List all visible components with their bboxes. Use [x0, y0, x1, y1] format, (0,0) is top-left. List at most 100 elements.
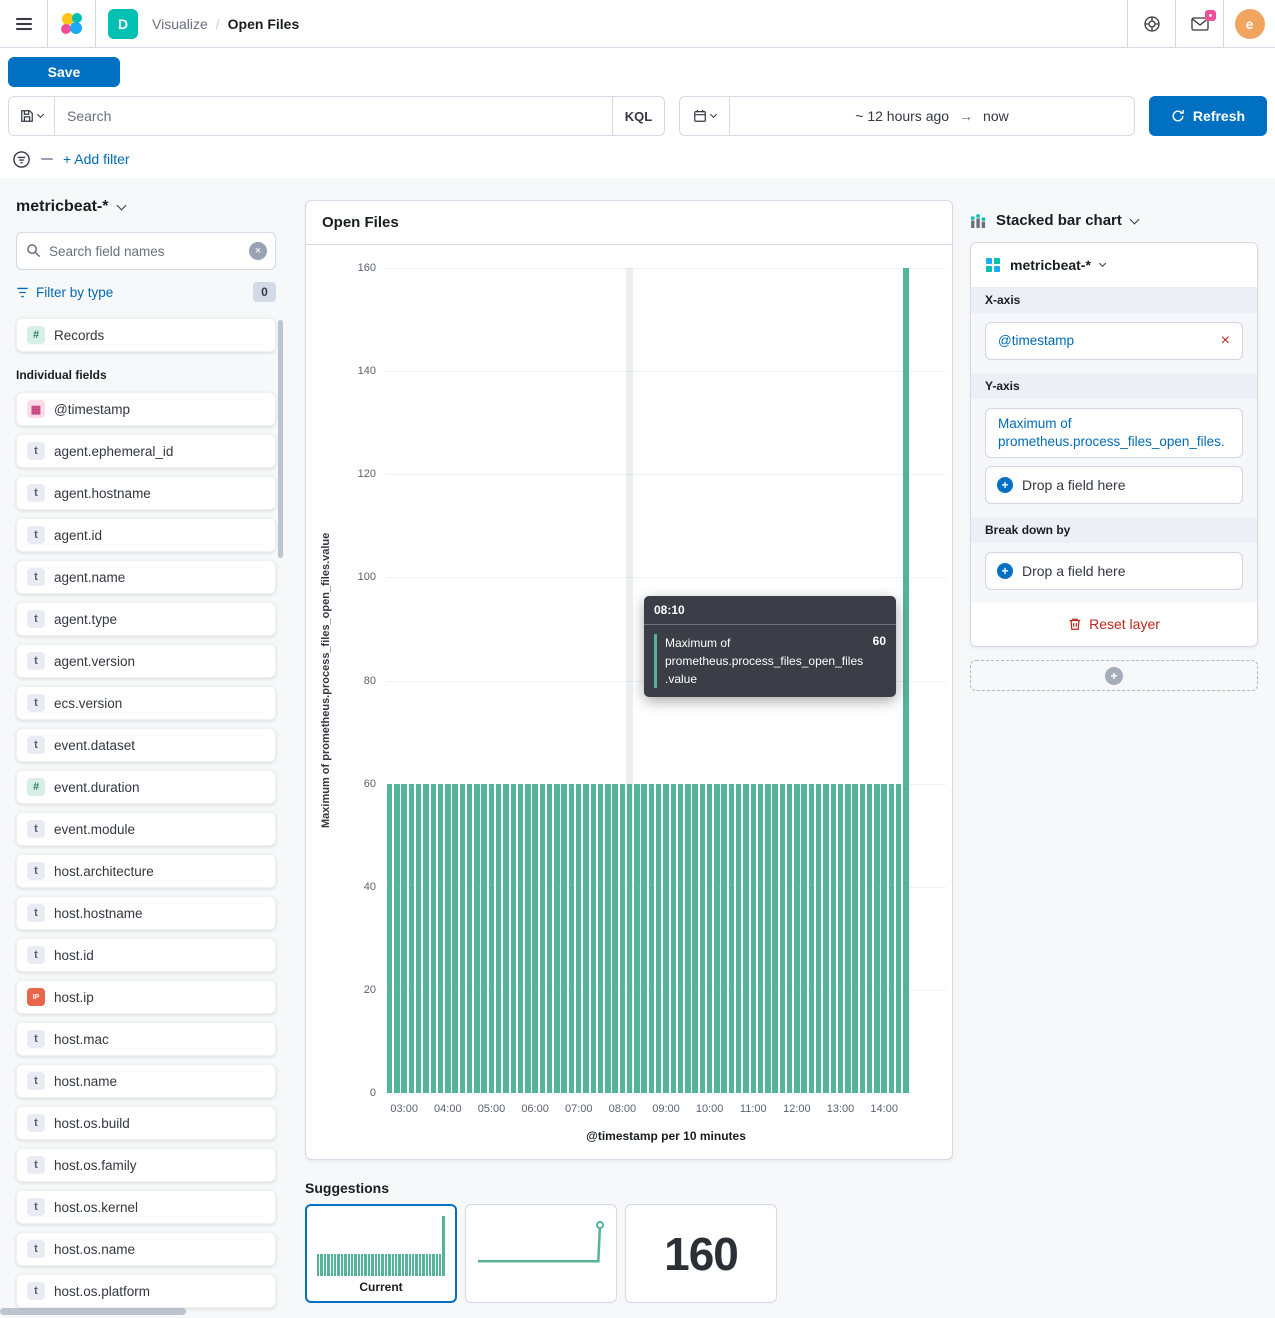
bar[interactable] — [467, 784, 473, 1093]
bar[interactable] — [860, 784, 866, 1093]
bar[interactable] — [452, 784, 458, 1093]
bar[interactable] — [460, 784, 466, 1093]
save-button[interactable]: Save — [8, 57, 120, 87]
bar[interactable] — [700, 784, 706, 1093]
chart-type-switcher[interactable]: Stacked bar chart — [970, 212, 1258, 229]
field-item[interactable]: thost.name — [16, 1064, 276, 1098]
bar[interactable] — [431, 784, 437, 1093]
breadcrumb-visualize[interactable]: Visualize — [152, 16, 208, 32]
field-item[interactable]: thost.hostname — [16, 896, 276, 930]
bar[interactable] — [583, 784, 589, 1093]
bar[interactable] — [569, 784, 575, 1093]
user-menu-button[interactable]: e — [1223, 0, 1275, 47]
bar[interactable] — [663, 784, 669, 1093]
bar[interactable] — [787, 784, 793, 1093]
field-item[interactable]: IPhost.ip — [16, 980, 276, 1014]
suggestion-metric[interactable]: 160 — [625, 1204, 777, 1303]
field-item[interactable]: ▦@timestamp — [16, 392, 276, 426]
field-item[interactable]: tagent.id — [16, 518, 276, 552]
bar[interactable] — [671, 784, 677, 1093]
bar[interactable] — [489, 784, 495, 1093]
bar[interactable] — [561, 784, 567, 1093]
field-item[interactable]: thost.os.build — [16, 1106, 276, 1140]
field-item[interactable]: thost.os.family — [16, 1148, 276, 1182]
bar[interactable] — [685, 784, 691, 1093]
date-quick-menu-button[interactable] — [680, 97, 730, 135]
bar[interactable] — [881, 784, 887, 1093]
bar[interactable] — [801, 784, 807, 1093]
breakdown-drop-target[interactable]: + Drop a field here — [985, 552, 1243, 590]
bar[interactable] — [591, 784, 597, 1093]
bar[interactable] — [387, 784, 393, 1093]
field-item[interactable]: tagent.version — [16, 644, 276, 678]
x-axis-dimension[interactable]: @timestamp × — [985, 322, 1243, 360]
bar[interactable] — [409, 784, 415, 1093]
bar[interactable] — [518, 784, 524, 1093]
bar[interactable] — [816, 784, 822, 1093]
bar[interactable] — [576, 784, 582, 1093]
bar[interactable] — [605, 784, 611, 1093]
elastic-logo[interactable] — [48, 0, 96, 47]
bar[interactable] — [838, 784, 844, 1093]
bar[interactable] — [765, 784, 771, 1093]
layer-index-pattern-switcher[interactable]: metricbeat-* — [971, 243, 1257, 287]
field-item[interactable]: thost.os.name — [16, 1232, 276, 1266]
bar[interactable] — [794, 784, 800, 1093]
clear-search-icon[interactable]: × — [249, 242, 267, 260]
bar[interactable] — [547, 784, 553, 1093]
field-item[interactable]: tevent.dataset — [16, 728, 276, 762]
bar[interactable] — [438, 784, 444, 1093]
bar[interactable] — [896, 784, 902, 1093]
field-item[interactable]: tagent.hostname — [16, 476, 276, 510]
bar[interactable] — [852, 784, 858, 1093]
suggestion-current[interactable]: Current — [305, 1204, 457, 1303]
y-axis-drop-target[interactable]: + Drop a field here — [985, 466, 1243, 504]
bar[interactable] — [496, 784, 502, 1093]
bar[interactable] — [751, 784, 757, 1093]
newsfeed-button[interactable] — [1175, 0, 1223, 47]
reset-layer-button[interactable]: Reset layer — [971, 603, 1257, 646]
refresh-button[interactable]: Refresh — [1149, 96, 1267, 136]
horizontal-scrollbar[interactable] — [0, 1308, 186, 1315]
filter-menu-button[interactable] — [12, 150, 31, 169]
filter-by-type-button[interactable]: Filter by type — [36, 285, 113, 300]
bar[interactable] — [627, 784, 633, 1093]
bar[interactable] — [721, 784, 727, 1093]
suggestion-line-chart[interactable] — [465, 1204, 617, 1303]
field-item[interactable]: tevent.module — [16, 812, 276, 846]
bar[interactable] — [831, 784, 837, 1093]
bar[interactable] — [525, 784, 531, 1093]
add-filter-button[interactable]: + Add filter — [63, 151, 130, 167]
field-search-input[interactable] — [16, 232, 276, 270]
bar[interactable] — [780, 784, 786, 1093]
bar[interactable] — [758, 784, 764, 1093]
bar[interactable] — [394, 784, 400, 1093]
bar[interactable] — [823, 784, 829, 1093]
bar[interactable] — [416, 784, 422, 1093]
bar[interactable] — [743, 784, 749, 1093]
time-range-end[interactable]: now — [983, 108, 1009, 124]
bar[interactable] — [620, 784, 626, 1093]
bar[interactable] — [532, 784, 538, 1093]
bar[interactable] — [612, 784, 618, 1093]
search-input[interactable] — [55, 97, 612, 135]
bar[interactable] — [692, 784, 698, 1093]
bar[interactable] — [874, 784, 880, 1093]
field-item[interactable]: thost.architecture — [16, 854, 276, 888]
kql-syntax-button[interactable]: KQL — [612, 97, 664, 135]
bar[interactable] — [736, 784, 742, 1093]
bar[interactable] — [656, 784, 662, 1093]
bar[interactable] — [481, 784, 487, 1093]
field-item[interactable]: #event.duration — [16, 770, 276, 804]
bar[interactable] — [845, 784, 851, 1093]
records-field-item[interactable]: # Records — [16, 318, 276, 352]
bar[interactable] — [401, 784, 407, 1093]
help-button[interactable] — [1127, 0, 1175, 47]
field-item[interactable]: thost.id — [16, 938, 276, 972]
index-pattern-switcher[interactable]: metricbeat-* — [16, 198, 276, 216]
bar[interactable] — [474, 784, 480, 1093]
remove-dimension-icon[interactable]: × — [1221, 333, 1230, 349]
bar[interactable] — [511, 784, 517, 1093]
field-item[interactable]: thost.mac — [16, 1022, 276, 1056]
saved-query-menu-button[interactable] — [9, 97, 55, 135]
